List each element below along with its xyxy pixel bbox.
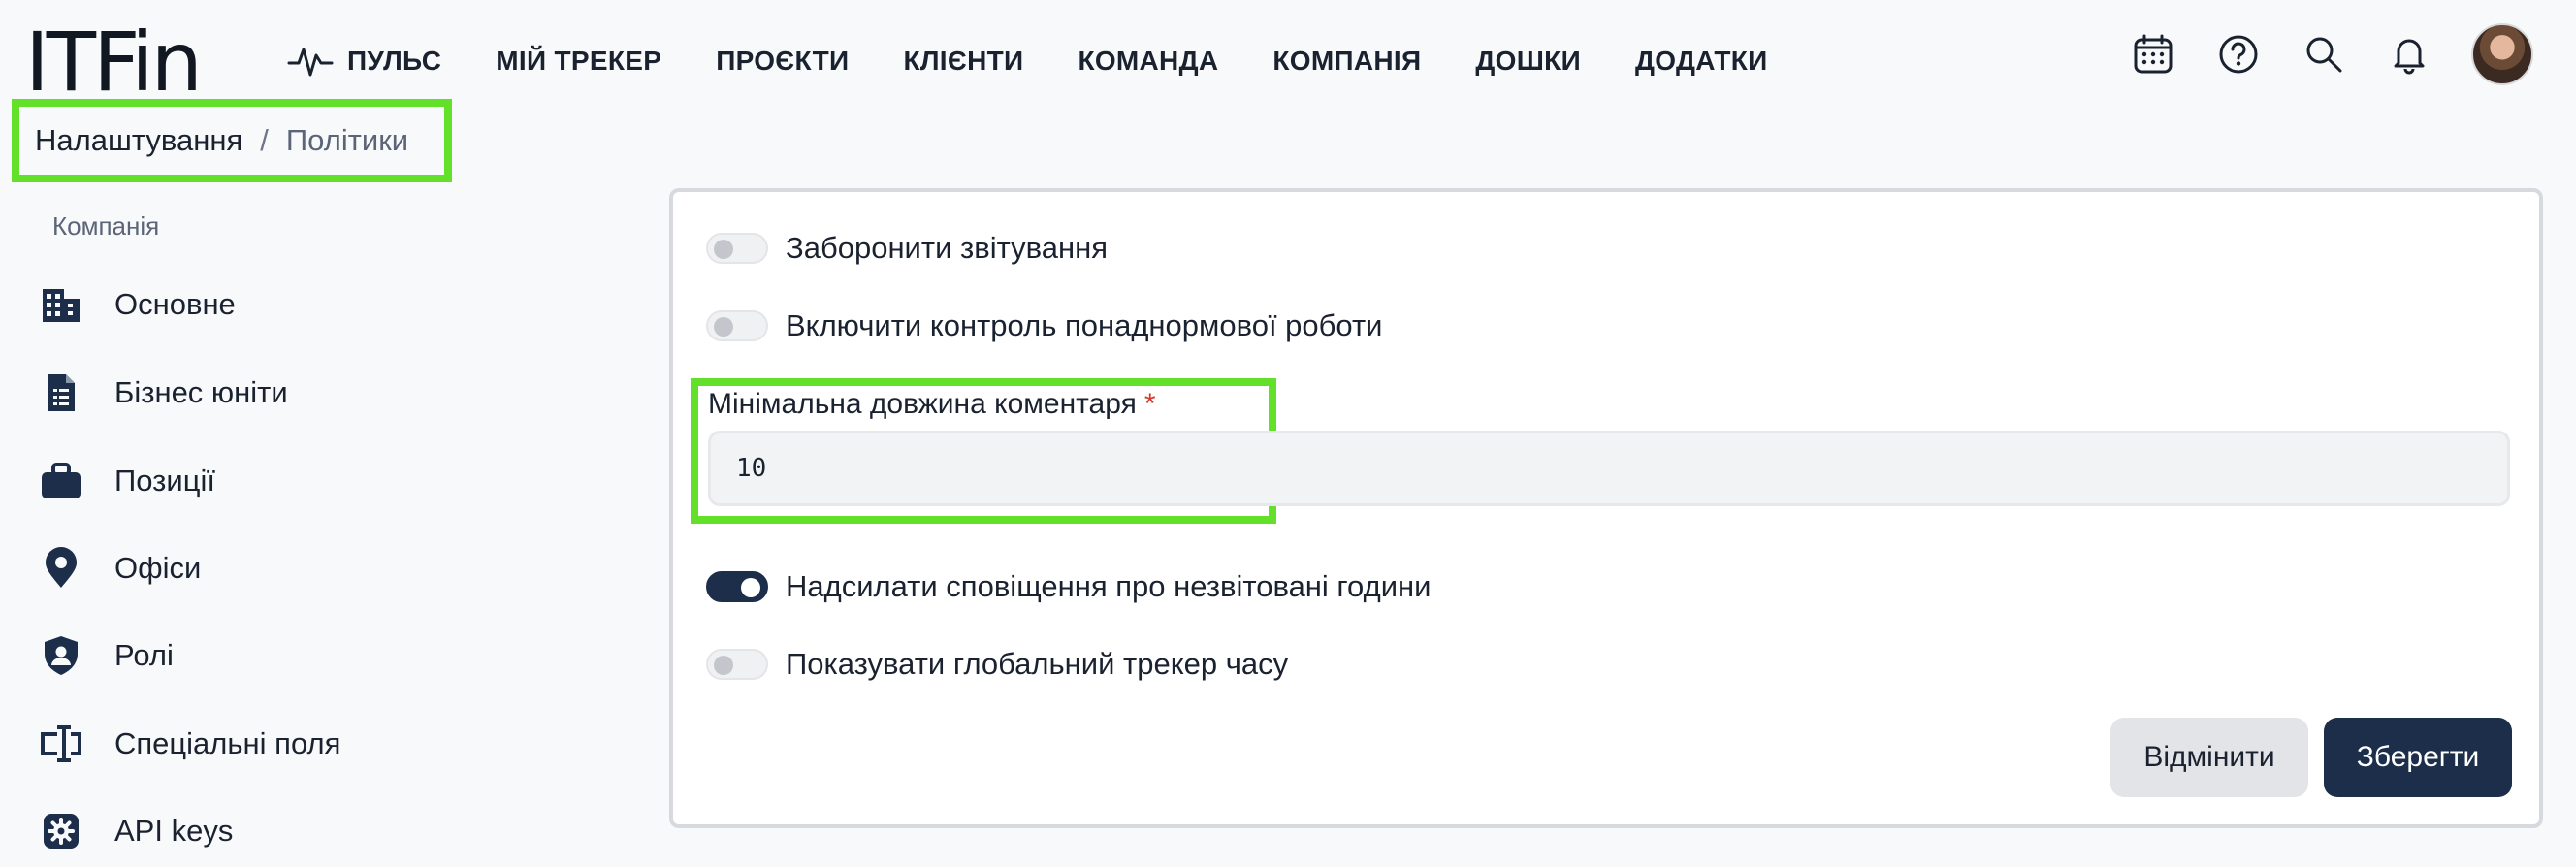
nav-team[interactable]: КОМАНДА	[1078, 46, 1218, 77]
sidebar-item-roles[interactable]: Ролі	[39, 626, 174, 685]
sidebar-item-label: Позиції	[114, 464, 215, 498]
top-navigation: ПУЛЬС МІЙ ТРЕКЕР ПРОЄКТИ КЛІЄНТИ КОМАНДА…	[287, 39, 1822, 83]
save-button[interactable]: Зберегти	[2324, 718, 2512, 797]
min-comment-length-input[interactable]	[708, 431, 2510, 506]
sidebar-item-label: Бізнес юніти	[114, 375, 288, 409]
breadcrumb-separator: /	[260, 123, 269, 157]
required-marker: *	[1143, 388, 1156, 420]
toggle-row-forbid-reporting[interactable]: Заборонити звітування	[706, 231, 1108, 266]
overtime-control-toggle[interactable]	[706, 310, 768, 341]
min-comment-length-label-text: Мінімальна довжина коментаря	[708, 388, 1137, 420]
breadcrumb-current: Політики	[285, 123, 409, 157]
toggle-row-global-tracker[interactable]: Показувати глобальний трекер часу	[706, 647, 1288, 682]
nav-my-tracker[interactable]: МІЙ ТРЕКЕР	[496, 46, 661, 77]
global-tracker-toggle[interactable]	[706, 649, 768, 680]
search-icon[interactable]	[2297, 27, 2351, 81]
sidebar-item-positions[interactable]: Позиції	[39, 452, 215, 510]
calendar-icon[interactable]	[2126, 27, 2180, 81]
bell-icon[interactable]	[2382, 27, 2436, 81]
sidebar-item-general[interactable]: Основне	[39, 275, 236, 334]
sidebar-item-offices[interactable]: Офіси	[39, 539, 201, 597]
sidebar-item-label: Основне	[114, 287, 236, 321]
nav-boards[interactable]: ДОШКИ	[1475, 46, 1581, 77]
policies-panel: Заборонити звітування Включити контроль …	[669, 188, 2543, 828]
sidebar-section-title: Компанія	[52, 211, 160, 241]
nav-pulse-label: ПУЛЬС	[347, 46, 442, 76]
nav-pulse[interactable]: ПУЛЬС	[287, 42, 441, 80]
nav-projects[interactable]: ПРОЄКТИ	[716, 46, 849, 77]
briefcase-icon	[39, 459, 83, 503]
sidebar-item-business-units[interactable]: Бізнес юніти	[39, 364, 288, 422]
help-icon[interactable]	[2211, 27, 2266, 81]
sidebar-item-label: Ролі	[114, 638, 174, 672]
header-actions	[2095, 23, 2533, 85]
app-root: ITFin ПУЛЬС МІЙ ТРЕКЕР ПРОЄКТИ КЛІЄНТИ К…	[0, 0, 2576, 867]
location-pin-icon	[39, 546, 83, 591]
sidebar-item-label: Спеціальні поля	[114, 726, 341, 760]
gear-icon	[39, 809, 83, 853]
nav-clients[interactable]: КЛІЄНТИ	[903, 46, 1023, 77]
toggle-row-unreported-notifications[interactable]: Надсилати сповіщення про незвітовані год…	[706, 569, 1431, 604]
toggle-label: Надсилати сповіщення про незвітовані год…	[786, 569, 1432, 603]
sidebar-item-api-keys[interactable]: API keys	[39, 802, 233, 860]
sidebar-item-custom-fields[interactable]: Спеціальні поля	[39, 715, 340, 773]
app-logo[interactable]: ITFin	[25, 14, 203, 111]
breadcrumb: Налаштування / Політики	[12, 99, 452, 182]
document-icon	[39, 370, 83, 415]
toggle-label: Включити контроль понаднормової роботи	[786, 308, 1383, 342]
toggle-label: Заборонити звітування	[786, 231, 1109, 265]
toggle-label: Показувати глобальний трекер часу	[786, 647, 1289, 681]
avatar[interactable]	[2471, 23, 2533, 85]
building-icon	[39, 282, 83, 327]
input-field-icon	[39, 722, 83, 766]
min-comment-length-label: Мінімальна довжина коментаря *	[708, 388, 1156, 421]
shield-user-icon	[39, 633, 83, 678]
pulse-icon	[287, 48, 334, 77]
sidebar-item-label: API keys	[114, 814, 234, 848]
toggle-row-overtime-control[interactable]: Включити контроль понаднормової роботи	[706, 308, 1383, 343]
nav-company[interactable]: КОМПАНІЯ	[1272, 46, 1421, 77]
unreported-notifications-toggle[interactable]	[706, 571, 768, 602]
sidebar-item-label: Офіси	[114, 551, 202, 585]
nav-addons[interactable]: ДОДАТКИ	[1635, 46, 1768, 77]
cancel-button[interactable]: Відмінити	[2110, 718, 2308, 797]
breadcrumb-settings-link[interactable]: Налаштування	[35, 123, 242, 158]
forbid-reporting-toggle[interactable]	[706, 233, 768, 264]
